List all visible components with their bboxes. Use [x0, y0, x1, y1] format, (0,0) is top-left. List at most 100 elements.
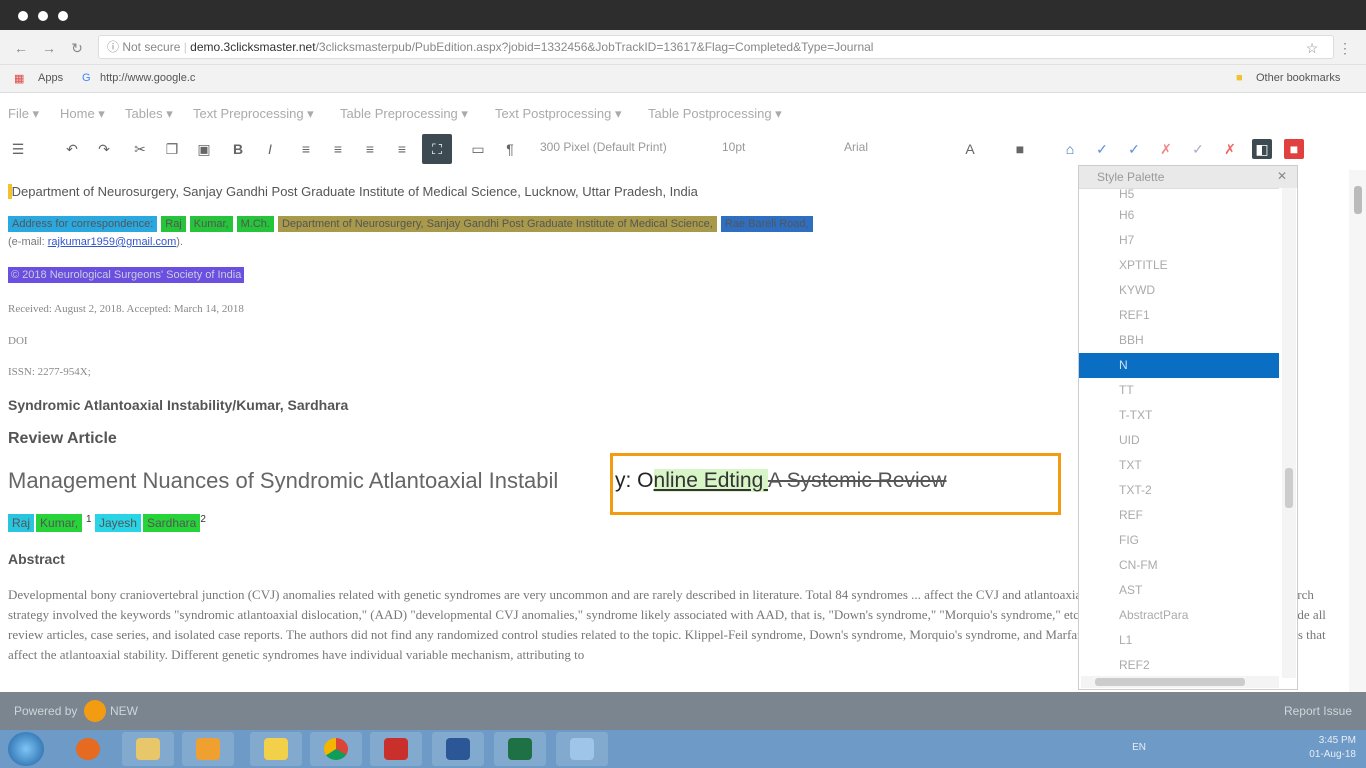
- bold-icon[interactable]: B: [228, 139, 248, 159]
- url-input[interactable]: ⓘ Not secure | demo.3clicksmaster.net/3c…: [98, 35, 1334, 59]
- bookmark-google[interactable]: http://www.google.c: [100, 72, 195, 84]
- menu-text-postprocessing[interactable]: Text Postprocessing ▾: [495, 106, 621, 122]
- style-item[interactable]: H7: [1079, 228, 1279, 253]
- undo-icon[interactable]: ↶: [62, 139, 82, 159]
- style-item[interactable]: BBH: [1079, 328, 1279, 353]
- menu-text-preprocessing[interactable]: Text Preprocessing ▾: [193, 106, 314, 122]
- style-palette-scrollbar[interactable]: [1282, 188, 1296, 678]
- browser-menu-icon[interactable]: ⋮: [1336, 39, 1354, 57]
- font-size-select[interactable]: 10pt: [722, 140, 745, 158]
- back-icon[interactable]: ←: [12, 39, 30, 57]
- style-item[interactable]: L1: [1079, 628, 1279, 653]
- paste-icon[interactable]: ▣: [194, 139, 214, 159]
- close-icon[interactable]: ✕: [1277, 169, 1287, 183]
- view-menu-icon[interactable]: ☰: [8, 139, 28, 159]
- style-item[interactable]: FIG: [1079, 528, 1279, 553]
- deleted-text[interactable]: A Systemic Review: [768, 469, 947, 492]
- firefox-taskbar-icon[interactable]: [62, 732, 114, 766]
- style-item[interactable]: XPTITLE: [1079, 253, 1279, 278]
- style-item[interactable]: TT: [1079, 378, 1279, 403]
- corr-chip[interactable]: Kumar,: [189, 216, 233, 232]
- menu-file[interactable]: File ▾: [8, 106, 39, 122]
- style-item[interactable]: REF1: [1079, 303, 1279, 328]
- track-changes-icon[interactable]: ⌂: [1060, 139, 1080, 159]
- style-palette-hscrollbar[interactable]: [1081, 676, 1279, 688]
- language-indicator[interactable]: EN: [1132, 741, 1146, 755]
- corr-chip[interactable]: Department of Neurosurgery, Sanjay Gandh…: [277, 216, 717, 232]
- italic-icon[interactable]: I: [260, 139, 280, 159]
- outlook-taskbar-icon[interactable]: [182, 732, 234, 766]
- menu-table-postprocessing[interactable]: Table Postprocessing ▾: [648, 106, 782, 122]
- align-center-icon[interactable]: ≡: [328, 139, 348, 159]
- redo-icon[interactable]: ↷: [94, 139, 114, 159]
- author-first-name[interactable]: Raj: [8, 514, 35, 532]
- explorer-taskbar-icon[interactable]: [122, 732, 174, 766]
- menu-home[interactable]: Home ▾: [60, 106, 105, 122]
- start-button-icon[interactable]: [8, 732, 44, 766]
- author-surname[interactable]: Sardhara: [142, 514, 201, 532]
- corr-chip[interactable]: Address for correspondence:: [8, 216, 158, 232]
- apps-grid-icon[interactable]: ▦: [14, 72, 24, 85]
- scroll-thumb[interactable]: [1354, 186, 1362, 214]
- close-editor-icon[interactable]: ■: [1284, 139, 1304, 159]
- report-issue-link[interactable]: Report Issue: [1284, 704, 1352, 718]
- reject-all-icon[interactable]: ✗: [1220, 139, 1240, 159]
- menu-tables[interactable]: Tables ▾: [125, 106, 173, 122]
- inserted-text[interactable]: nline Edting: [653, 469, 768, 492]
- info-icon[interactable]: ⓘ: [107, 40, 122, 54]
- notepad-taskbar-icon[interactable]: [556, 732, 608, 766]
- clock-date[interactable]: 01-Aug-18: [1309, 748, 1356, 762]
- copy-icon[interactable]: ❐: [162, 139, 182, 159]
- reload-icon[interactable]: ↻: [68, 39, 86, 57]
- acrobat-taskbar-icon[interactable]: [370, 732, 422, 766]
- maximize-window-dot[interactable]: [58, 11, 68, 21]
- accept-change-icon[interactable]: ✓: [1092, 139, 1112, 159]
- author-surname[interactable]: Kumar,: [36, 514, 83, 532]
- author-first-name[interactable]: Jayesh: [94, 514, 141, 532]
- align-left-icon[interactable]: ≡: [296, 139, 316, 159]
- corr-chip[interactable]: Rae Bareli Road,: [720, 216, 813, 232]
- chrome-taskbar-icon[interactable]: [310, 732, 362, 766]
- scroll-thumb[interactable]: [1095, 678, 1245, 686]
- style-item[interactable]: AST: [1079, 578, 1279, 603]
- excel-taskbar-icon[interactable]: [494, 732, 546, 766]
- style-item[interactable]: H5: [1079, 189, 1279, 203]
- pilcrow-icon[interactable]: ¶: [500, 139, 520, 159]
- next-change-icon[interactable]: ✓: [1188, 139, 1208, 159]
- title-tracked-text[interactable]: y: Online Edting A Systemic Review: [615, 469, 947, 493]
- justify-icon[interactable]: ≡: [392, 139, 412, 159]
- email-link[interactable]: rajkumar1959@gmail.com: [48, 236, 177, 248]
- bookmark-apps[interactable]: Apps: [38, 72, 63, 84]
- style-item[interactable]: TXT-2: [1079, 478, 1279, 503]
- style-item[interactable]: REF: [1079, 503, 1279, 528]
- reject-change-icon[interactable]: ✗: [1156, 139, 1176, 159]
- style-item-selected[interactable]: N: [1079, 353, 1279, 378]
- menu-table-preprocessing[interactable]: Table Preprocessing ▾: [340, 106, 468, 122]
- cut-icon[interactable]: ✂: [130, 139, 150, 159]
- dark-mode-icon[interactable]: ◧: [1252, 139, 1272, 159]
- align-right-icon[interactable]: ≡: [360, 139, 380, 159]
- corr-chip[interactable]: Raj: [161, 216, 186, 232]
- folder-taskbar-icon[interactable]: [250, 732, 302, 766]
- page-size-select[interactable]: 300 Pixel (Default Print): [540, 140, 667, 158]
- document-scrollbar[interactable]: [1349, 170, 1366, 692]
- highlight-icon[interactable]: ■: [1010, 139, 1030, 159]
- style-item[interactable]: REF2: [1079, 653, 1279, 678]
- scroll-thumb[interactable]: [1285, 468, 1293, 508]
- font-color-icon[interactable]: A: [960, 139, 980, 159]
- fullscreen-icon[interactable]: ⛶: [422, 134, 452, 164]
- font-family-select[interactable]: Arial: [844, 140, 868, 158]
- forward-icon[interactable]: →: [40, 39, 58, 57]
- style-item[interactable]: H6: [1079, 203, 1279, 228]
- corr-chip[interactable]: M.Ch.: [236, 216, 274, 232]
- image-icon[interactable]: ▭: [468, 139, 488, 159]
- minimize-window-dot[interactable]: [38, 11, 48, 21]
- style-item[interactable]: UID: [1079, 428, 1279, 453]
- close-window-dot[interactable]: [18, 11, 28, 21]
- style-item[interactable]: CN-FM: [1079, 553, 1279, 578]
- bookmark-other[interactable]: Other bookmarks: [1256, 72, 1340, 84]
- star-icon[interactable]: ☆: [1303, 39, 1321, 57]
- style-item[interactable]: T-TXT: [1079, 403, 1279, 428]
- accept-all-icon[interactable]: ✓: [1124, 139, 1144, 159]
- clock-time[interactable]: 3:45 PM: [1309, 734, 1356, 748]
